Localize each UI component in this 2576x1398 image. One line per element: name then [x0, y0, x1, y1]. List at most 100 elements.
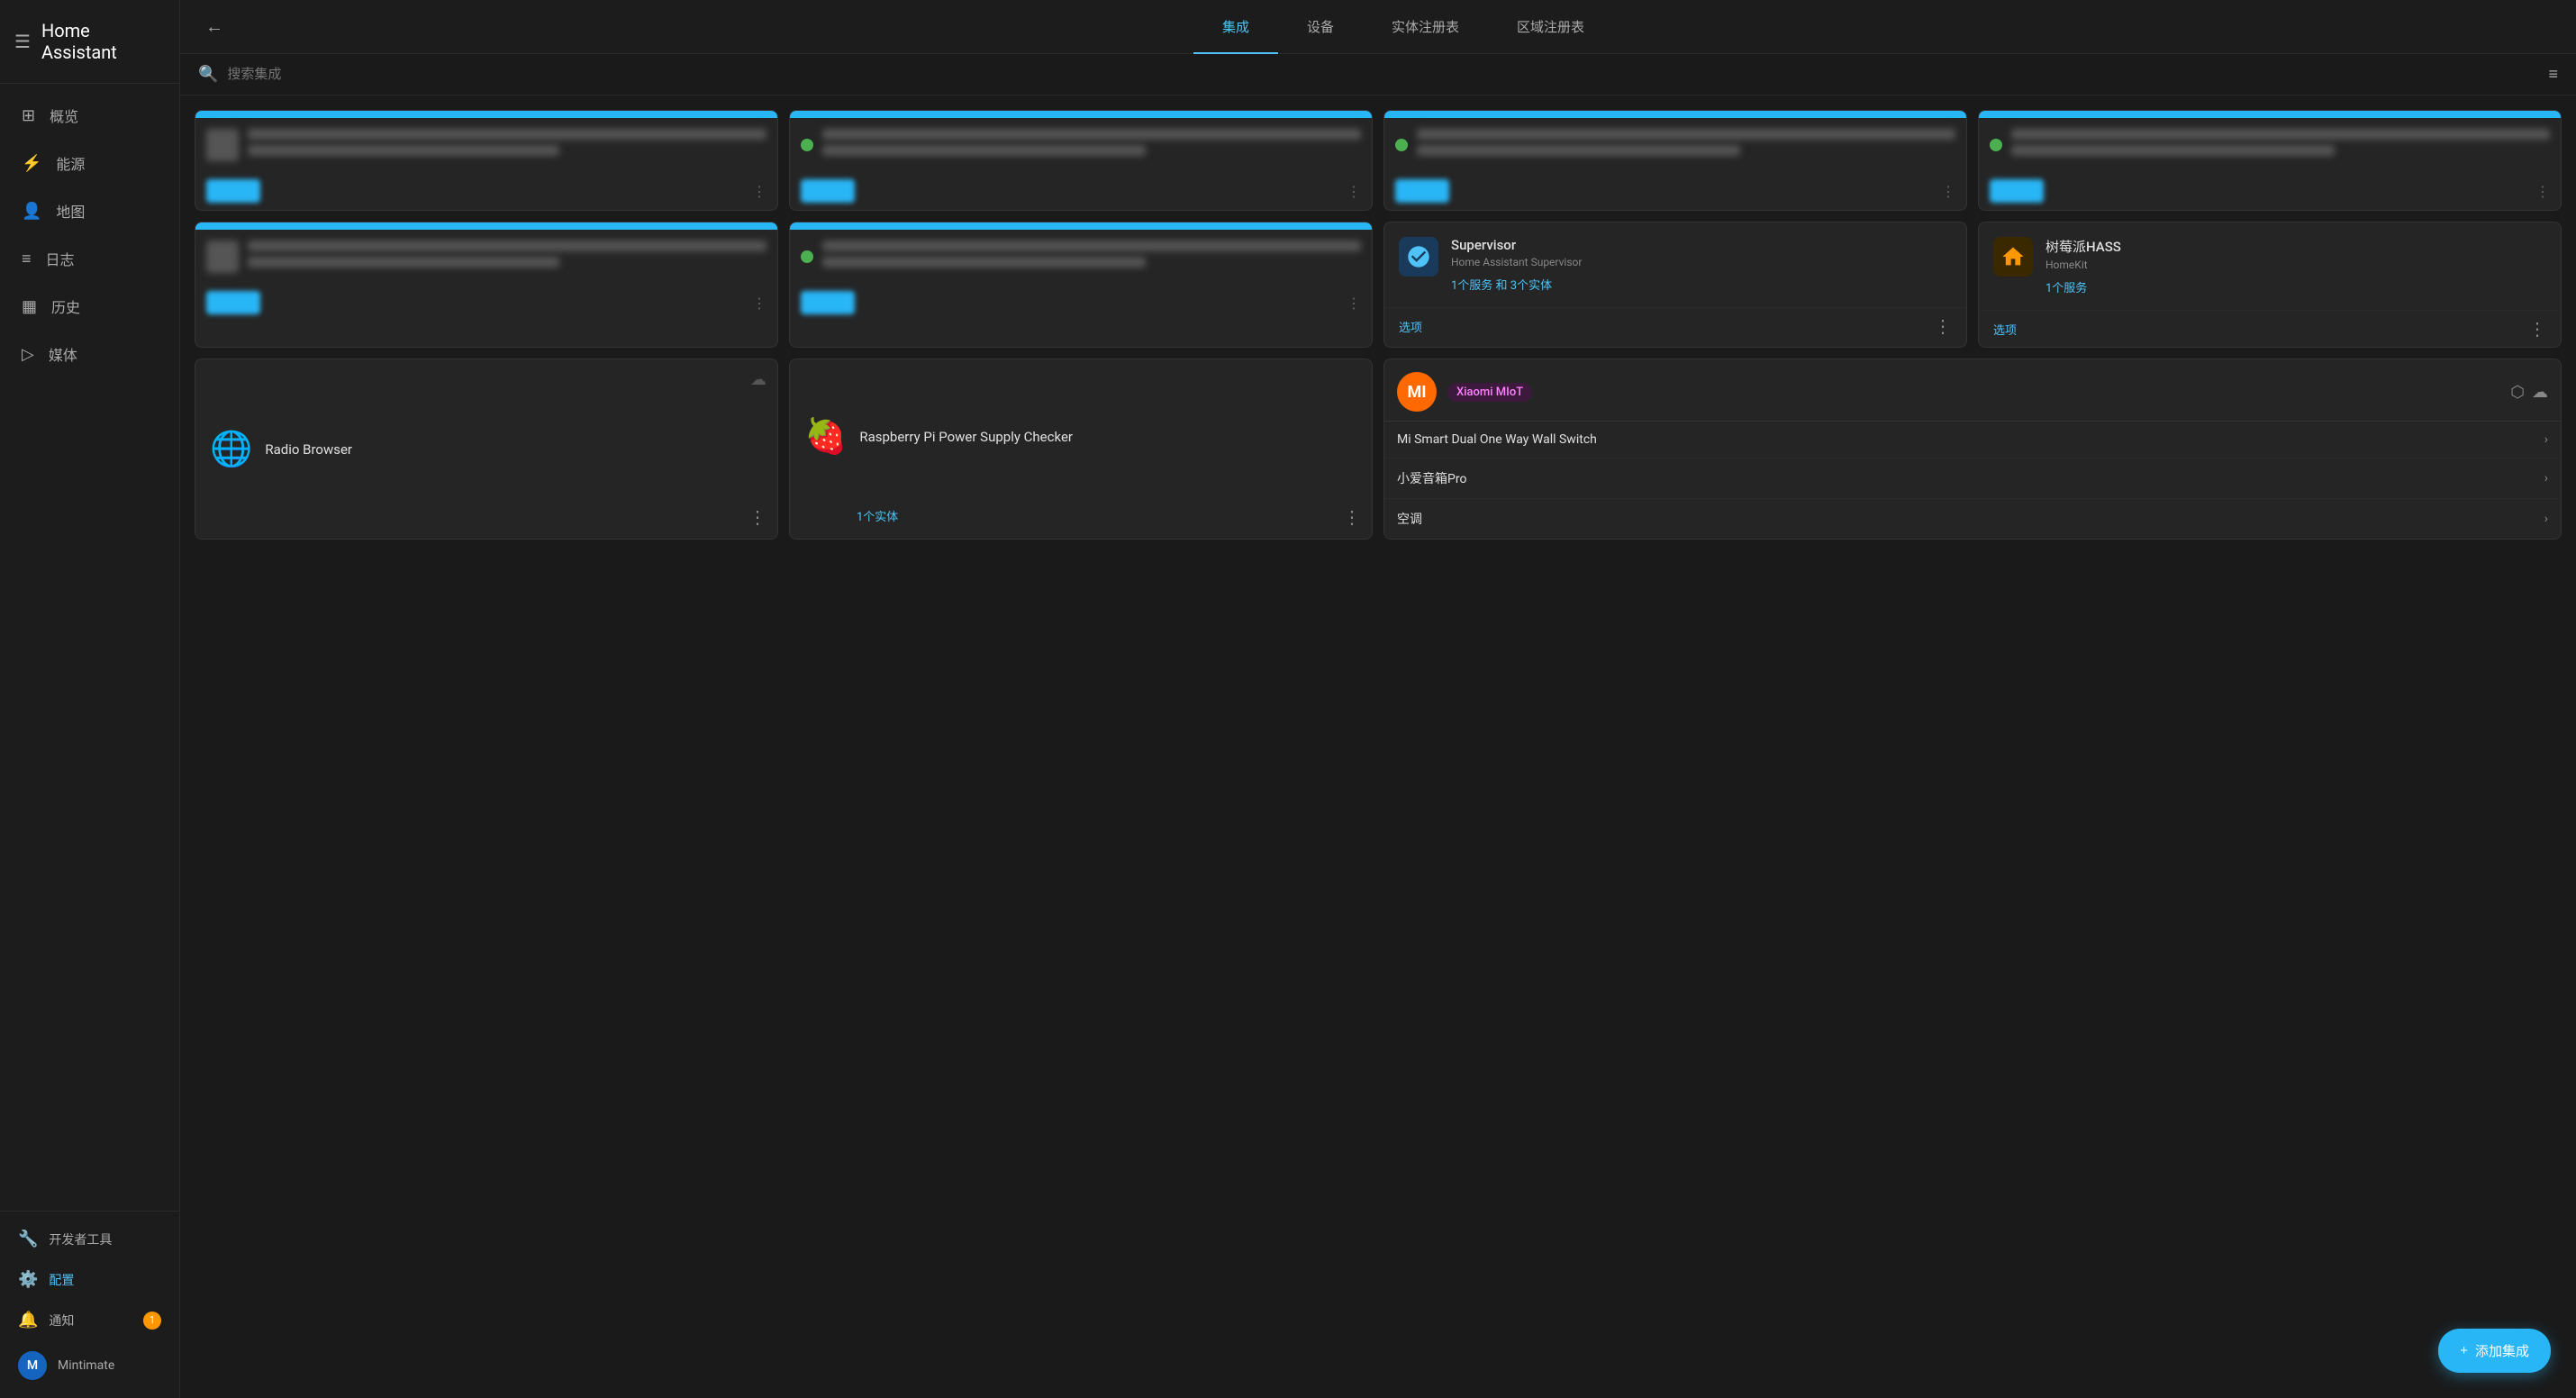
blurred-avatar [206, 129, 239, 161]
search-icon: 🔍 [198, 65, 218, 84]
card-top-band [1979, 111, 2561, 118]
tab-integrations[interactable]: 集成 [1193, 1, 1278, 54]
card-body [790, 230, 1372, 284]
card-footer: ⋮ [195, 172, 777, 210]
integration-card-radio-browser: 🌐 Radio Browser ☁ ⋮ [195, 359, 778, 540]
card-footer: 选项 ⋮ [1979, 310, 2561, 347]
add-icon: + [2460, 1343, 2468, 1358]
more-icon[interactable]: ⋮ [752, 183, 766, 200]
sidebar-item-config[interactable]: ⚙️ 配置 [0, 1259, 179, 1300]
back-button[interactable]: ← [198, 8, 231, 45]
integration-card-homekit: 树莓派HASS HomeKit 1个服务 选项 ⋮ [1978, 222, 2562, 348]
homekit-service-link[interactable]: 1个服务 [2045, 282, 2087, 295]
sidebar-header: ☰ Home Assistant [0, 0, 179, 84]
xiaomi-device-2[interactable]: 小爱音箱Pro › [1384, 458, 2561, 499]
config-icon: ⚙️ [18, 1270, 38, 1289]
sidebar-item-history[interactable]: ▦ 历史 [4, 283, 176, 330]
card-top-band [195, 111, 777, 118]
search-input[interactable] [227, 67, 2539, 82]
homekit-options-button[interactable]: 选项 [1993, 321, 2017, 338]
blurred-btn [206, 179, 260, 203]
xiaomi-device-3[interactable]: 空调 › [1384, 499, 2561, 539]
bell-icon: 🔔 [18, 1311, 38, 1330]
sidebar-label-overview: 概览 [50, 104, 78, 126]
blurred-btn [206, 291, 260, 314]
dev-tools-icon: 🔧 [18, 1230, 38, 1248]
card-info [248, 241, 766, 273]
integration-card-blurred-1: ⋮ [195, 110, 778, 211]
more-icon[interactable]: ⋮ [2535, 183, 2550, 200]
supervisor-more-button[interactable]: ⋮ [1934, 315, 1952, 337]
homekit-more-button[interactable]: ⋮ [2528, 318, 2546, 340]
radio-name: Radio Browser [265, 441, 352, 458]
sidebar-label-media: 媒体 [49, 343, 77, 365]
avatar: M [18, 1351, 47, 1380]
card-top-band [790, 111, 1372, 118]
tab-entity-registry[interactable]: 实体注册表 [1363, 1, 1488, 54]
device-name-3: 空调 [1397, 510, 2544, 528]
blurred-subtitle [1417, 145, 1740, 156]
card-top-band [1384, 111, 1966, 118]
status-dot [801, 139, 813, 151]
supervisor-and-text: 和 [1496, 279, 1510, 293]
device-name-2: 小爱音箱Pro [1397, 469, 2544, 487]
sidebar-item-energy[interactable]: ⚡ 能源 [4, 140, 176, 186]
supervisor-service-link[interactable]: 1个服务 [1451, 279, 1492, 293]
xiaomi-device-1[interactable]: Mi Smart Dual One Way Wall Switch › [1384, 422, 2561, 458]
more-icon[interactable]: ⋮ [1941, 183, 1955, 200]
blurred-subtitle [248, 145, 559, 156]
sidebar-item-logs[interactable]: ≡ 日志 [4, 235, 176, 282]
map-icon: 👤 [22, 202, 41, 221]
more-icon[interactable]: ⋮ [1347, 183, 1361, 200]
main-content: ← 集成 设备 实体注册表 区域注册表 🔍 ≡ ⋮ [180, 0, 2576, 1398]
radio-more-button[interactable]: ⋮ [748, 506, 766, 528]
chevron-icon: › [2544, 512, 2548, 526]
username-label: Mintimate [58, 1358, 114, 1373]
xiaomi-device-list: Mi Smart Dual One Way Wall Switch › 小爱音箱… [1384, 421, 2561, 539]
integration-card-supervisor: Supervisor Home Assistant Supervisor 1个服… [1383, 222, 1967, 348]
tab-area-registry[interactable]: 区域注册表 [1488, 1, 1613, 54]
sidebar-item-notifications[interactable]: 🔔 通知 1 [0, 1300, 179, 1340]
blurred-subtitle [2011, 145, 2335, 156]
card-info [822, 129, 1361, 161]
top-nav: ← 集成 设备 实体注册表 区域注册表 [180, 0, 2576, 54]
xiaomi-box-icon: ⬡ [2510, 383, 2525, 402]
integration-card-blurred-6: ⋮ [789, 222, 1373, 348]
raspberry-name: Raspberry Pi Power Supply Checker [859, 429, 1073, 445]
card-body [790, 118, 1372, 172]
homekit-subtitle: HomeKit [2045, 259, 2121, 271]
sidebar-nav: ⊞ 概览 ⚡ 能源 👤 地图 ≡ 日志 ▦ 历史 ▷ 媒体 [0, 84, 179, 1211]
sidebar-label-map: 地图 [56, 200, 85, 222]
blurred-btn [801, 291, 855, 314]
xiaomi-icons: ⬡ ☁ [2510, 383, 2548, 402]
card-footer: ⋮ [790, 284, 1372, 322]
sidebar-item-overview[interactable]: ⊞ 概览 [4, 92, 176, 139]
filter-icon[interactable]: ≡ [2548, 65, 2558, 84]
supervisor-options-button[interactable]: 选项 [1399, 318, 1422, 335]
raspberry-more-button[interactable]: ⋮ [1343, 506, 1361, 528]
card-body [195, 118, 777, 172]
sidebar-item-dev-tools[interactable]: 🔧 开发者工具 [0, 1219, 179, 1259]
card-footer: 选项 ⋮ [1384, 307, 1966, 344]
add-integration-button[interactable]: + 添加集成 [2438, 1329, 2551, 1373]
blurred-title [1417, 129, 1955, 140]
more-icon[interactable]: ⋮ [1347, 295, 1361, 312]
blurred-title [822, 129, 1361, 140]
sidebar-item-map[interactable]: 👤 地图 [4, 187, 176, 234]
chevron-icon: › [2544, 471, 2548, 486]
sidebar-item-media[interactable]: ▷ 媒体 [4, 331, 176, 377]
more-icon[interactable]: ⋮ [752, 295, 766, 312]
supervisor-entities-link[interactable]: 3个实体 [1510, 279, 1552, 293]
sidebar-item-user[interactable]: M Mintimate [0, 1340, 179, 1391]
card-footer: ⋮ [790, 172, 1372, 210]
menu-icon[interactable]: ☰ [14, 31, 31, 52]
raspberry-icon: 🍓 [804, 417, 847, 457]
card-inner: Supervisor Home Assistant Supervisor 1个服… [1384, 222, 1966, 307]
tab-devices[interactable]: 设备 [1278, 1, 1363, 54]
homekit-links: 1个服务 [2045, 278, 2121, 295]
blurred-subtitle [822, 145, 1146, 156]
raspberry-entity-link[interactable]: 1个实体 [857, 507, 1357, 524]
xiaomi-name-badge: Xiaomi MIoT [1447, 383, 1532, 402]
logs-icon: ≡ [22, 250, 32, 268]
blurred-avatar [206, 241, 239, 273]
